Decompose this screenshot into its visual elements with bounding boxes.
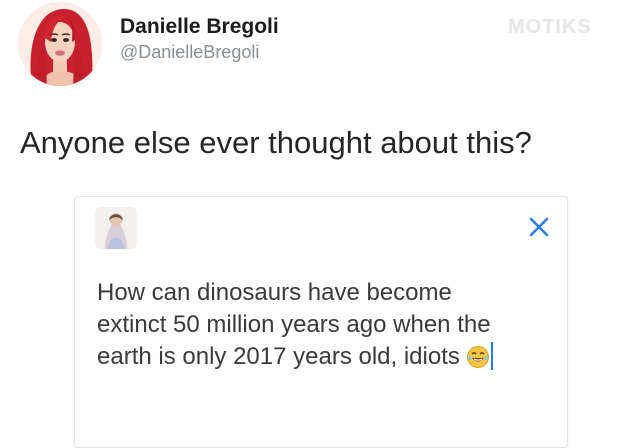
- author-handle[interactable]: @DanielleBregoli: [120, 40, 279, 64]
- cartoon-avatar-icon: [18, 2, 102, 86]
- user-photo-icon: [95, 207, 137, 249]
- tweet: Danielle Bregoli @DanielleBregoli MOTIKS…: [0, 0, 640, 448]
- close-x-icon: [529, 217, 549, 237]
- compose-avatar: [95, 207, 137, 249]
- author-display-name[interactable]: Danielle Bregoli: [120, 14, 279, 40]
- tweet-text: Anyone else ever thought about this?: [20, 125, 532, 160]
- text-caret: [490, 342, 493, 370]
- author-info: Danielle Bregoli @DanielleBregoli: [120, 14, 279, 64]
- watermark: MOTIKS: [508, 16, 592, 38]
- compose-card: How can dinosaurs have become extinct 50…: [74, 196, 568, 448]
- author-avatar[interactable]: [18, 2, 102, 86]
- compose-text: How can dinosaurs have become extinct 50…: [97, 279, 491, 370]
- compose-text-input[interactable]: How can dinosaurs have become extinct 50…: [97, 277, 527, 378]
- laughing-tears-emoji-icon: [466, 345, 490, 378]
- close-button[interactable]: [523, 211, 555, 243]
